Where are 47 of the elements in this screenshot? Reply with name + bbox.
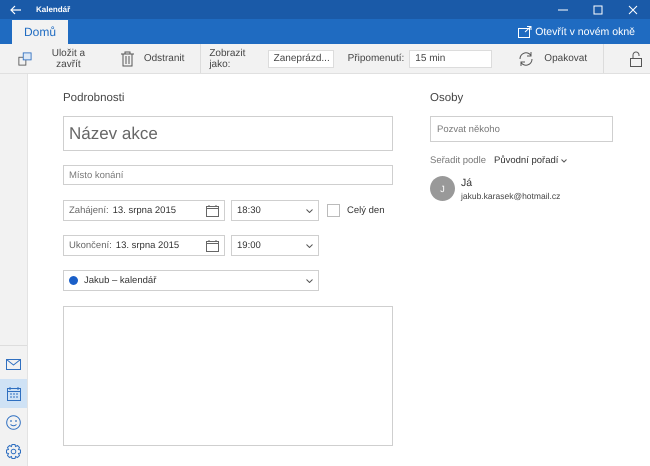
location-field[interactable]: Místo konání [63,165,393,185]
event-name-field[interactable]: Název akce [63,116,393,151]
home-tab[interactable]: Domů [12,20,68,44]
show-as-field[interactable]: Zaneprázd... [268,50,334,68]
reminder-field[interactable]: 15 min [409,50,492,68]
lock-icon [630,50,642,66]
save-close-button[interactable]: Uložit a zavřít [0,48,103,70]
repeat-icon [518,50,534,66]
sort-label: Seřadit podle [430,155,486,166]
smiley-icon [6,415,21,430]
avatar: J [430,176,455,201]
chevron-down-icon [306,244,313,248]
description-field[interactable] [63,306,393,446]
new-window-icon [518,26,532,38]
reminder-label: Připomenutí: [348,53,404,64]
calendar-icon [206,204,219,216]
show-as-label: Zobrazit jako: [209,48,246,70]
invite-field[interactable]: Pozvat někoho [430,116,613,142]
calendar-icon [6,386,20,400]
all-day-checkbox[interactable] [327,204,340,217]
attendee-name: Já [461,176,474,188]
chevron-down-icon [561,158,568,162]
date-field[interactable]: Zahájení: 13. srpna 2015 [63,200,225,221]
date-field[interactable]: Ukončení: 13. srpna 2015 [63,235,225,256]
chevron-down-icon [306,208,313,212]
sort-dropdown[interactable]: Původní pořadí [494,155,568,166]
maximize-icon[interactable] [593,4,603,14]
details-heading: Podrobnosti [63,92,126,106]
time-dropdown[interactable]: 18:30 [231,200,319,221]
delete-button[interactable]: Odstranit [102,50,192,66]
repeat-button[interactable]: Opakovat [500,50,596,66]
open-new-window-button[interactable]: Otevřít v novém okně [518,26,635,38]
calendar-icon [206,240,219,252]
trash-icon [120,50,134,66]
chevron-down-icon [306,278,313,282]
back-icon[interactable] [10,4,22,14]
close-icon[interactable] [628,4,638,14]
attendee-email: jakub.karasek@hotmail.cz [461,190,560,200]
settings-icon [6,444,21,459]
time-dropdown[interactable]: 19:00 [231,235,319,256]
calendar-dropdown[interactable]: Jakub – kalendář [63,270,319,291]
all-day-label: Celý den [347,205,384,216]
people-heading: Osoby [430,92,464,106]
mail-icon [6,359,21,370]
window-title: Kalendář [36,5,70,14]
calendar-nav-button[interactable] [0,379,27,408]
save-icon [18,50,32,66]
